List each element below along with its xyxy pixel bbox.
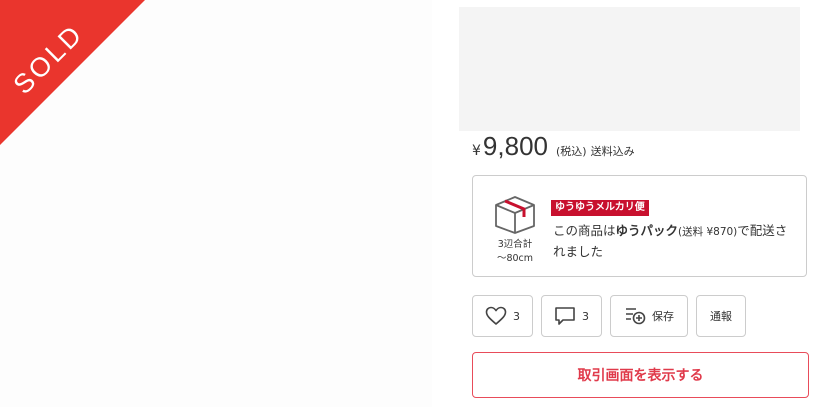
currency-symbol: ¥: [472, 143, 481, 159]
package-size-label: 3辺合計 〜80cm: [496, 239, 534, 264]
save-label: 保存: [652, 310, 674, 323]
like-count: 3: [513, 309, 520, 323]
product-image[interactable]: SOLD: [0, 0, 432, 407]
comment-button[interactable]: 3: [541, 295, 602, 337]
shipping-info-card: 3辺合計 〜80cm ゆうゆうメルカリ便 この商品はゆうパック(送料 ¥870)…: [472, 175, 807, 277]
price-row: ¥ 9,800 (税込) 送料込み: [472, 131, 635, 167]
comment-icon: [555, 307, 575, 325]
shipping-included-note: 送料込み: [590, 145, 635, 158]
like-button[interactable]: 3: [472, 295, 533, 337]
tax-note: (税込): [556, 145, 587, 158]
comment-count: 3: [582, 309, 589, 323]
report-button[interactable]: 通報: [696, 295, 746, 337]
package-box-icon: [495, 196, 535, 234]
heart-icon: [485, 306, 507, 325]
report-label: 通報: [710, 310, 732, 323]
price-amount: 9,800: [482, 131, 548, 161]
save-list-icon: [626, 308, 646, 325]
product-thumbnail[interactable]: [459, 7, 800, 131]
shipping-description: この商品はゆうパック(送料 ¥870)で配送されました: [553, 223, 788, 259]
view-transaction-button[interactable]: 取引画面を表示する: [472, 352, 809, 398]
sold-ribbon: SOLD: [0, 0, 150, 150]
shipping-method-badge: ゆうゆうメルカリ便: [551, 200, 649, 216]
save-button[interactable]: 保存: [610, 295, 688, 337]
